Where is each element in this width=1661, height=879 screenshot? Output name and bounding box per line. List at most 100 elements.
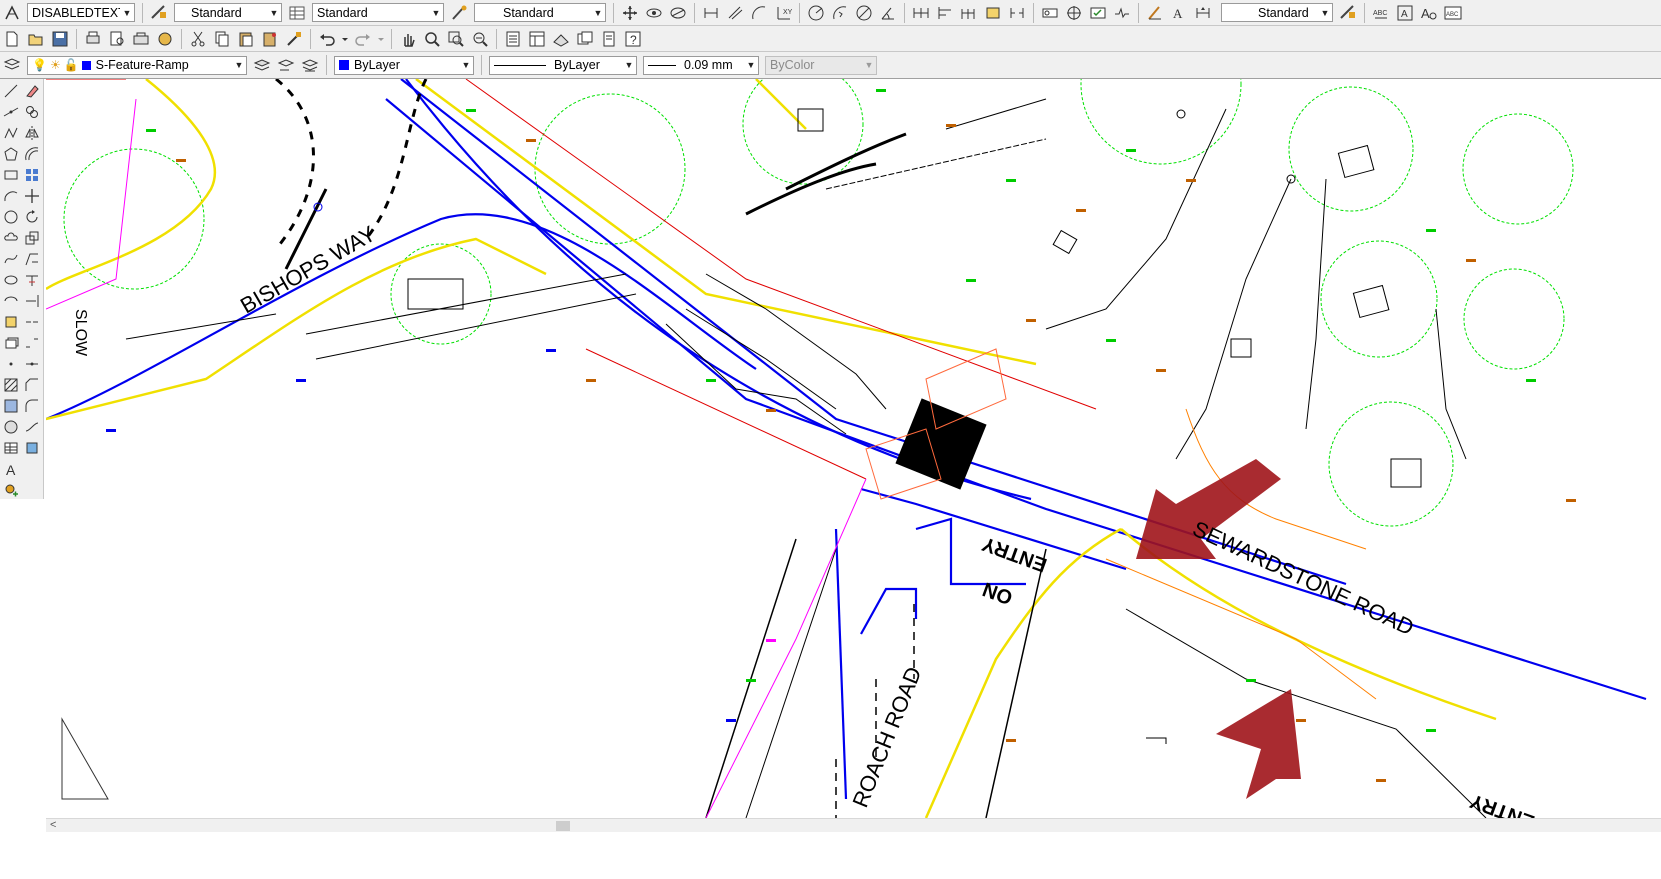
undo-icon[interactable] [317,29,337,49]
join-icon[interactable] [23,355,41,373]
linear-dimension-icon[interactable] [701,3,721,23]
open-file-icon[interactable] [26,29,46,49]
construction-line-icon[interactable] [2,103,20,121]
table-style-dropdown[interactable]: Standard ▼ [312,3,444,22]
new-file-icon[interactable] [2,29,22,49]
fillet-icon[interactable] [23,397,41,415]
scrollbar-thumb[interactable] [556,821,570,831]
center-mark-icon[interactable] [1064,3,1084,23]
sheet-set-icon[interactable] [575,29,595,49]
insert-block-icon[interactable] [2,313,20,331]
help-icon[interactable]: ? [623,29,643,49]
dimension-space-icon[interactable] [983,3,1003,23]
spline-icon[interactable] [2,250,20,268]
dim-style-icon[interactable] [149,3,169,23]
polygon-icon[interactable] [2,145,20,163]
angular-dimension-icon[interactable] [878,3,898,23]
pan-icon[interactable] [398,29,418,49]
free-orbit-icon[interactable] [668,3,688,23]
jogged-linear-icon[interactable] [1112,3,1132,23]
region-icon[interactable] [2,418,20,436]
ellipse-icon[interactable] [2,271,20,289]
quick-dimension-icon[interactable] [911,3,931,23]
zoom-realtime-icon[interactable] [422,29,442,49]
plot-preview-icon[interactable] [107,29,127,49]
stretch-icon[interactable] [23,250,41,268]
find-text-icon[interactable]: A [1419,3,1439,23]
multileader-style-icon[interactable] [449,3,469,23]
orbit-icon[interactable] [644,3,664,23]
scale-text-icon[interactable]: ABC [1443,3,1463,23]
trim-icon[interactable] [23,271,41,289]
dimension-style-manager-icon[interactable] [1338,3,1358,23]
publish-icon[interactable] [131,29,151,49]
break-icon[interactable] [23,334,41,352]
move-object-icon[interactable] [23,187,41,205]
cut-icon[interactable] [188,29,208,49]
multiline-text-icon[interactable]: A [2,460,20,478]
line-icon[interactable] [2,82,20,100]
lineweight-dropdown[interactable]: 0.09 mm ▼ [643,55,759,75]
polyline-icon[interactable] [2,124,20,142]
dimension-break-icon[interactable] [1007,3,1027,23]
make-current-layer-icon[interactable] [252,55,272,75]
scale-icon[interactable] [23,229,41,247]
jogged-dimension-icon[interactable] [830,3,850,23]
layer-previous-icon[interactable] [276,55,296,75]
dimension-update-icon[interactable] [1193,3,1213,23]
layer-properties-icon[interactable] [2,55,22,75]
spelling-icon[interactable]: ABC [1371,3,1391,23]
add-selected-icon[interactable] [2,481,20,499]
explode-icon[interactable] [23,439,41,457]
ellipse-arc-icon[interactable] [2,292,20,310]
ml-style-dropdown[interactable]: Standard ▼ [1221,3,1333,22]
copy-icon[interactable] [212,29,232,49]
horizontal-scrollbar[interactable]: < [46,818,1661,833]
circle-icon[interactable] [2,208,20,226]
color-dropdown[interactable]: ByLayer ▼ [334,55,474,75]
aligned-dimension-icon[interactable] [725,3,745,23]
erase-icon[interactable] [23,82,41,100]
layer-states-icon[interactable] [300,55,320,75]
multileader-style-dropdown[interactable]: Standard ▼ [474,3,606,22]
text-style-dropdown[interactable]: DISABLEDTEXT ▼ [27,3,135,22]
blend-curves-icon[interactable] [23,418,41,436]
scroll-left-icon[interactable]: < [50,819,56,831]
text-style-icon[interactable] [2,3,22,23]
tool-palettes-icon[interactable] [551,29,571,49]
extend-icon[interactable] [23,292,41,310]
paste-icon[interactable] [236,29,256,49]
radius-dimension-icon[interactable] [806,3,826,23]
mirror-icon[interactable] [23,124,41,142]
point-icon[interactable] [2,355,20,373]
make-block-icon[interactable] [2,334,20,352]
inspect-icon[interactable] [1088,3,1108,23]
drawing-canvas[interactable]: BISHOPS WAY SLOW SEWARDSTONE ROAD ROACH … [46,79,1661,818]
text-frame-icon[interactable]: A [1395,3,1415,23]
diameter-dimension-icon[interactable] [854,3,874,23]
ordinate-dimension-icon[interactable]: XY [773,3,793,23]
layer-dropdown[interactable]: 💡 ☀ 🔓 S-Feature-Ramp ▼ [27,55,247,75]
table-style-icon[interactable] [287,3,307,23]
continue-dimension-icon[interactable] [959,3,979,23]
arc-length-icon[interactable] [749,3,769,23]
rectangle-icon[interactable] [2,166,20,184]
plot-style-dropdown[interactable]: ByColor ▼ [765,55,877,75]
plot-icon[interactable] [83,29,103,49]
array-icon[interactable] [23,166,41,184]
properties-icon[interactable] [503,29,523,49]
redo-dropdown-icon[interactable] [377,29,385,49]
design-center-icon[interactable] [527,29,547,49]
linetype-dropdown[interactable]: ByLayer ▼ [489,55,637,75]
save-icon[interactable] [50,29,70,49]
baseline-dimension-icon[interactable] [935,3,955,23]
tolerance-icon[interactable] [1040,3,1060,23]
dimension-edit-icon[interactable] [1145,3,1165,23]
move-icon[interactable] [620,3,640,23]
gradient-icon[interactable] [2,397,20,415]
hatch-icon[interactable] [2,376,20,394]
revision-cloud-icon[interactable] [2,229,20,247]
match-properties-icon[interactable] [284,29,304,49]
dimension-text-edit-icon[interactable]: A [1169,3,1189,23]
copy-object-icon[interactable] [23,103,41,121]
